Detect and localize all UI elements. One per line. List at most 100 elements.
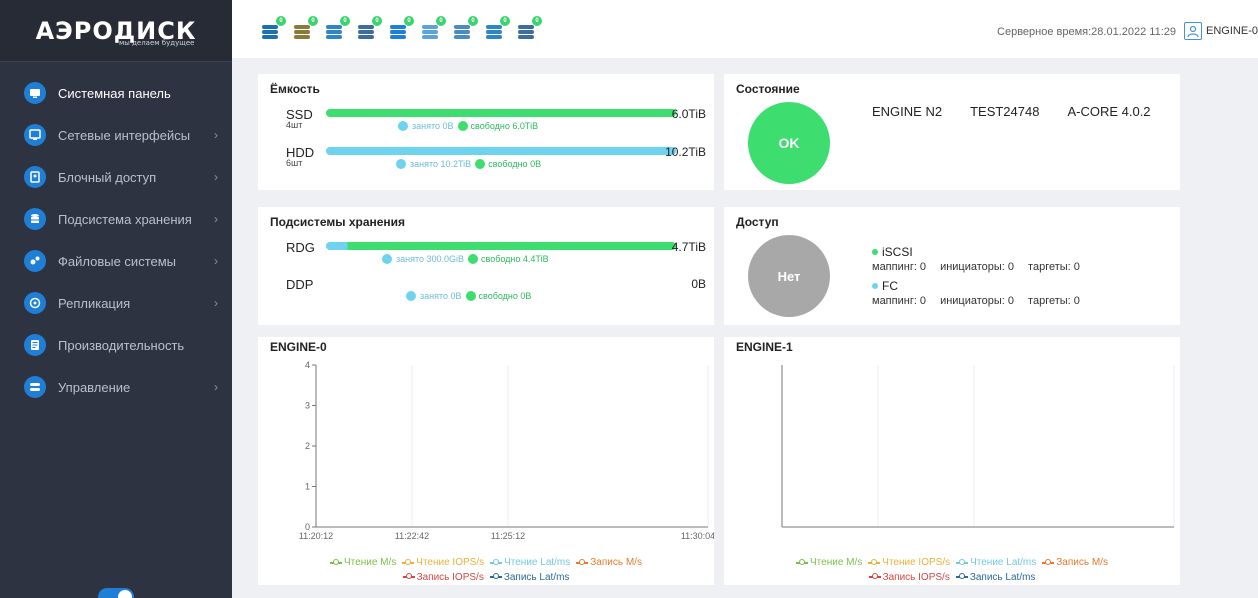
database-icon (24, 208, 46, 230)
chevron-right-icon: › (214, 128, 218, 142)
sidebar-item-2[interactable]: Блочный доступ › (0, 156, 232, 198)
performance-icon (24, 334, 46, 356)
usage-legend: занято 0B свободно 0B (406, 291, 531, 301)
used-dot (406, 291, 416, 301)
server-status-icon[interactable]: 0 (356, 16, 382, 42)
legend-row: Чтение M/s Чтение IOPS/s Чтение Lat/ms Запи… (258, 556, 714, 571)
usage-row: DDP 0B занято 0B свободно 0B (286, 277, 706, 321)
sidebar-item-3[interactable]: Подсистема хранения › (0, 198, 232, 240)
usage-legend: занято 300.0GiB свободно 4.4TiB (382, 254, 549, 264)
sidebar-item-label: Производительность (58, 337, 185, 353)
management-icon (24, 376, 46, 398)
legend-item[interactable]: Чтение Lat/ms (490, 556, 570, 569)
used-dot (396, 159, 406, 169)
sidebar-item-5[interactable]: Репликация › (0, 282, 232, 324)
sidebar-item-6[interactable]: Производительность (0, 324, 232, 366)
status-badge: 0 (308, 16, 318, 26)
status-badge: 0 (372, 16, 382, 26)
topbar: 0 0 0 0 0 0 0 0 0 Серверное время:28.01.2022 11:… (232, 0, 1258, 58)
legend-item[interactable]: Чтение M/s (796, 556, 862, 569)
legend-marker-icon (402, 558, 415, 567)
used-text: занято 10.2TiB (410, 159, 472, 169)
user-menu[interactable]: ENGINE-0 (1184, 22, 1258, 40)
legend-item[interactable]: Запись IOPS/s (402, 571, 484, 584)
storage-title: Подсистемы хранения (270, 215, 406, 229)
usage-total: 0B (691, 277, 706, 291)
usage-label: RDG (286, 240, 315, 255)
chevron-right-icon: › (214, 170, 218, 184)
legend-label: Запись Lat/ms (503, 571, 570, 583)
legend-item[interactable]: Чтение M/s (330, 556, 396, 569)
free-dot (457, 121, 468, 131)
status-ok-indicator: OK (748, 102, 830, 184)
legend-item[interactable]: Запись IOPS/s (868, 571, 950, 584)
engine-name: ENGINE N2 (872, 104, 943, 119)
legend-label: Запись M/s (590, 557, 642, 568)
protocol-name: iSCSI (882, 245, 913, 259)
disk-status-icon[interactable]: 0 (292, 16, 318, 42)
legend-label: Чтение IOPS/s (416, 557, 485, 568)
x-tick-label: 11:25:12 (491, 531, 525, 541)
legend-item[interactable]: Чтение IOPS/s (868, 556, 950, 569)
legend-label: Чтение Lat/ms (504, 557, 571, 568)
memory-status-icon[interactable]: 0 (484, 16, 510, 42)
test-name: TEST24748 (970, 104, 1040, 119)
sidebar-item-0[interactable]: Системная панель (0, 72, 232, 114)
theme-toggle[interactable] (98, 588, 134, 598)
settings-status-icon[interactable]: 0 (452, 16, 478, 42)
engine0-title: ENGINE-0 (270, 340, 327, 354)
x-tick-label: 11:20:12 (299, 531, 333, 541)
legend-item[interactable]: Запись M/s (576, 556, 642, 569)
access-status-indicator: Нет (748, 235, 830, 317)
protocol-fc: FC маппинг: 0 инициаторы: 0 таргеты: 0 (872, 279, 1080, 307)
legend-marker-icon (330, 558, 343, 567)
sidebar-item-label: Файловые системы (58, 253, 177, 269)
logo-text: АЭРОДИСК мы делаем будущее (36, 17, 197, 47)
sidebar: АЭРОДИСК мы делаем будущее Системная пан… (0, 0, 232, 598)
storage-status-icon[interactable]: 0 (260, 16, 286, 42)
disk-icon (24, 166, 46, 188)
sidebar-item-4[interactable]: Файловые системы › (0, 240, 232, 282)
volume-status-icon[interactable]: 0 (388, 16, 414, 42)
legend-item[interactable]: Чтение Lat/ms (956, 556, 1036, 569)
logo[interactable]: АЭРОДИСК мы делаем будущее (0, 0, 232, 62)
protocol-iscsi: iSCSI маппинг: 0 инициаторы: 0 таргеты: 0 (872, 245, 1080, 273)
legend-marker-icon (956, 558, 969, 567)
usage-total: 6.0TiB (671, 107, 706, 121)
cluster-status-icon[interactable]: 0 (516, 16, 542, 42)
user-name: ENGINE-0 (1206, 25, 1258, 37)
legend-item[interactable]: Запись M/s (1042, 556, 1108, 569)
sidebar-item-1[interactable]: Сетевые интерфейсы › (0, 114, 232, 156)
used-text: занято 0B (420, 291, 462, 301)
legend-marker-icon (796, 558, 809, 567)
network-status-icon[interactable]: 0 (324, 16, 350, 42)
status-badge: 0 (404, 16, 414, 26)
used-dot (398, 121, 408, 131)
signal-status-icon[interactable]: 0 (420, 16, 446, 42)
legend-marker-icon (1042, 558, 1055, 567)
status-badge: 0 (340, 16, 350, 26)
protocol-targets: таргеты: 0 (1028, 261, 1080, 273)
y-tick-label: 3 (305, 401, 310, 411)
free-dot (468, 254, 479, 264)
usage-total: 4.7TiB (671, 240, 706, 254)
y-tick-label: 2 (305, 441, 310, 451)
free-dot (475, 159, 486, 169)
legend-marker-icon (576, 558, 589, 567)
sidebar-item-7[interactable]: Управление › (0, 366, 232, 408)
usage-count: 4шт (286, 120, 303, 130)
used-dot (382, 254, 392, 264)
legend-item[interactable]: Чтение IOPS/s (402, 556, 484, 569)
engine1-chart (781, 365, 1175, 528)
sidebar-item-label: Управление (58, 379, 131, 395)
logo-tagline: мы делаем будущее (119, 38, 195, 47)
protocol-dot (872, 249, 878, 255)
usage-label: DDP (286, 277, 314, 292)
legend-item[interactable]: Запись Lat/ms (955, 571, 1035, 584)
legend-row: Чтение M/s Чтение IOPS/s Чтение Lat/ms Запи… (724, 556, 1180, 571)
engine1-title: ENGINE-1 (736, 340, 793, 354)
legend-marker-icon (868, 558, 881, 567)
sidebar-item-label: Подсистема хранения (58, 211, 192, 227)
status-badge: 0 (468, 16, 478, 26)
legend-item[interactable]: Запись Lat/ms (489, 571, 570, 584)
